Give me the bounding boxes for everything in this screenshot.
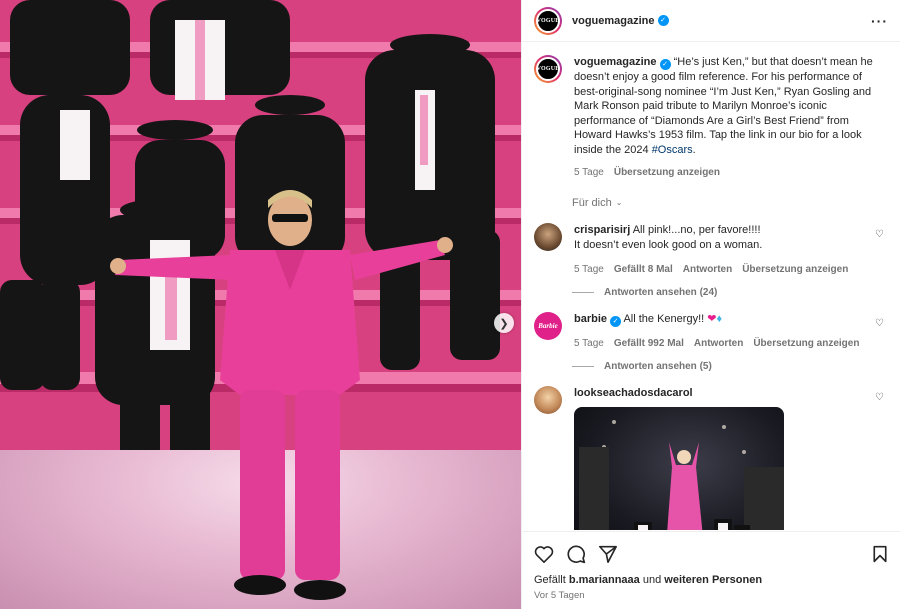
comment-age[interactable]: 5 Tage xyxy=(574,336,604,351)
comment-item: lookseachadosdacarol ♡ xyxy=(534,385,888,530)
view-replies-button[interactable]: Antworten ansehen (24) xyxy=(572,287,888,298)
commenter-avatar[interactable]: Barbie xyxy=(534,311,562,340)
caption-age[interactable]: 5 Tage xyxy=(574,166,604,181)
translate-button[interactable]: Übersetzung anzeigen xyxy=(742,262,848,277)
heart-icon[interactable] xyxy=(534,545,554,563)
author-avatar[interactable]: VOGUE xyxy=(534,6,562,35)
next-image-button[interactable]: ❯ xyxy=(494,313,514,333)
commenter-avatar[interactable] xyxy=(534,385,562,414)
comment-icon[interactable] xyxy=(566,544,586,564)
post-date[interactable]: Vor 5 Tagen xyxy=(534,590,888,601)
comment-text: All the Kenergy!! xyxy=(623,312,705,325)
heart-icon[interactable]: ♡ xyxy=(875,229,884,240)
view-replies-button[interactable]: Antworten ansehen (5) xyxy=(572,361,888,372)
liked-by-user[interactable]: b.mariannaaa xyxy=(569,574,640,586)
comments-list[interactable]: VOGUE voguemagazine ✓ “He’s just Ken,” bu… xyxy=(522,43,900,530)
share-icon[interactable] xyxy=(598,545,618,563)
comment-username[interactable]: crisparisirj xyxy=(574,224,630,236)
verified-icon: ✓ xyxy=(610,315,622,327)
post-side-panel: VOGUE voguemagazine ✓ ··· VOGUE voguemag… xyxy=(521,0,900,609)
post-actions: Gefällt b.mariannaaa und weiteren Person… xyxy=(522,531,900,609)
caption-username[interactable]: voguemagazine xyxy=(574,56,657,68)
translate-button[interactable]: Übersetzung anzeigen xyxy=(753,336,859,351)
chevron-right-icon: ❯ xyxy=(499,317,509,330)
translate-button[interactable]: Übersetzung anzeigen xyxy=(614,166,720,181)
diamond-emoji: ♦ xyxy=(716,312,723,325)
performer-figure xyxy=(110,190,453,600)
bookmark-icon[interactable] xyxy=(872,545,888,563)
post-image: ❯ xyxy=(0,0,521,609)
comment-image[interactable] xyxy=(574,406,784,530)
caption: VOGUE voguemagazine ✓ “He’s just Ken,” bu… xyxy=(534,55,888,181)
verified-icon: ✓ xyxy=(659,59,671,70)
heart-icon[interactable]: ♡ xyxy=(875,392,884,403)
caption-avatar[interactable]: VOGUE xyxy=(534,55,562,83)
comment-likes[interactable]: Gefällt 8 Mal xyxy=(614,262,673,277)
comment-likes[interactable]: Gefällt 992 Mal xyxy=(614,336,684,351)
comment-text-line2: It doesn’t even look good on a woman. xyxy=(574,238,763,251)
more-icon[interactable]: ··· xyxy=(871,13,888,29)
post-header: VOGUE voguemagazine ✓ ··· xyxy=(522,0,900,42)
chevron-down-icon: ⌄ xyxy=(615,198,623,207)
hashtag-link[interactable]: #Oscars xyxy=(652,144,693,156)
heart-icon[interactable]: ♡ xyxy=(875,318,884,329)
liked-by-others[interactable]: weiteren Personen xyxy=(664,574,762,586)
comment-username[interactable]: lookseachadosdacarol xyxy=(574,387,693,399)
reply-button[interactable]: Antworten xyxy=(683,262,732,277)
comment-username[interactable]: barbie xyxy=(574,313,607,325)
liked-by: Gefällt b.mariannaaa und weiteren Person… xyxy=(534,574,763,586)
verified-icon: ✓ xyxy=(657,15,669,26)
comment-item: crisparisirj All pink!...no, per favore!… xyxy=(534,222,888,277)
comment-text: All pink!...no, per favore!!!! xyxy=(632,223,761,236)
reply-button[interactable]: Antworten xyxy=(694,336,743,351)
comment-filter-dropdown[interactable]: Für dich ⌄ xyxy=(572,197,888,209)
caption-text: “He’s just Ken,” but that doesn’t mean h… xyxy=(574,56,873,156)
comment-age[interactable]: 5 Tage xyxy=(574,262,604,277)
comment-item: Barbie barbie ✓ All the Kenergy!! ❤♦ 5 Ta… xyxy=(534,311,888,351)
commenter-avatar[interactable] xyxy=(534,222,562,251)
author-username[interactable]: voguemagazine xyxy=(572,15,655,27)
